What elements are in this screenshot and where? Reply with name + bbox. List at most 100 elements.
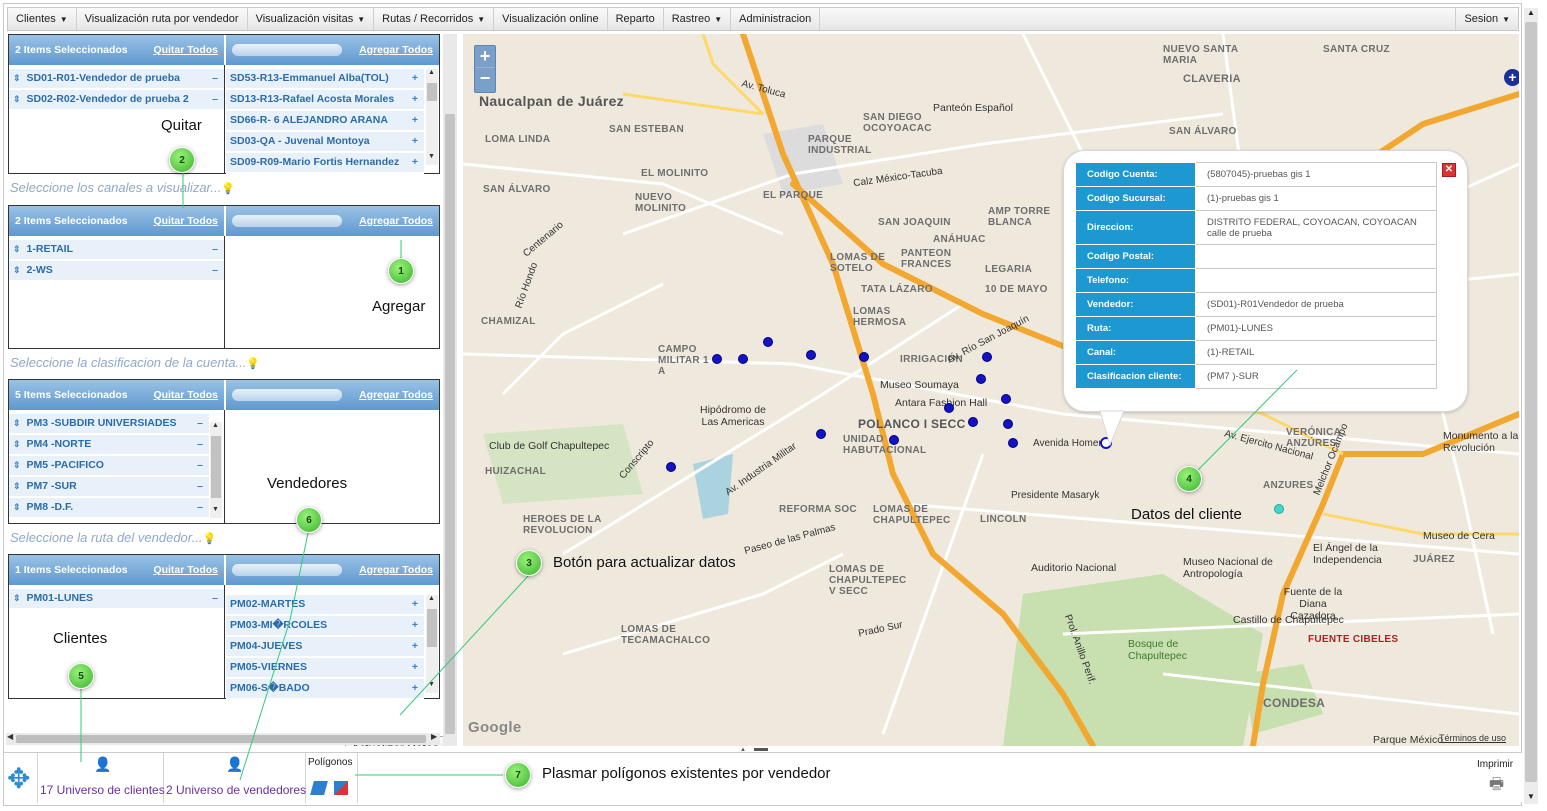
close-icon[interactable]: ✕: [1442, 163, 1456, 177]
polygon-icon[interactable]: [310, 781, 328, 795]
clients-universe[interactable]: 👤 17 Universo de clientes: [38, 753, 165, 803]
map-poi[interactable]: Museo de Cera: [1423, 530, 1495, 542]
list-scrollbar[interactable]: ▲ ▼: [426, 69, 438, 165]
menu-sesion[interactable]: Sesion ▼: [1455, 8, 1518, 30]
move-arrows-icon[interactable]: ✥: [7, 765, 30, 793]
zoom-in-icon[interactable]: +: [475, 46, 495, 67]
selected-item[interactable]: ⇕ PM4 -NORTE –: [9, 435, 209, 456]
client-marker[interactable]: [944, 403, 954, 413]
available-item[interactable]: SD53-R13-Emmanuel Alba(TOL) +: [226, 69, 424, 90]
drag-handle-icon[interactable]: ⇕: [13, 265, 21, 275]
panel-scrollbar[interactable]: [443, 34, 457, 746]
remove-all-link[interactable]: Quitar Todos: [153, 215, 218, 227]
drag-handle-icon[interactable]: ⇕: [13, 244, 21, 254]
menu-visualizacion-ruta[interactable]: Visualización ruta por vendedor: [77, 8, 248, 30]
map-poi[interactable]: Museo Nacional de Antropología: [1183, 556, 1273, 580]
add-icon[interactable]: +: [412, 132, 418, 151]
remove-icon[interactable]: –: [212, 261, 218, 280]
client-marker[interactable]: [976, 374, 986, 384]
map-poi[interactable]: El Ángel de la Independencia: [1313, 542, 1413, 566]
remove-icon[interactable]: –: [197, 498, 203, 517]
menu-clientes[interactable]: Clientes ▼: [8, 8, 77, 30]
selected-item[interactable]: ⇕ PM3 -SUBDIR UNIVERSIADES –: [9, 414, 209, 435]
add-all-link[interactable]: Agregar Todos: [359, 44, 433, 56]
panel-hscrollbar[interactable]: ◀ ▶: [6, 732, 440, 745]
sellers-universe[interactable]: 👤 2 Universo de vendedores: [164, 753, 306, 803]
map-poi[interactable]: Museo Soumaya: [880, 379, 959, 391]
add-icon[interactable]: +: [412, 69, 418, 88]
add-icon[interactable]: +: [412, 658, 418, 677]
available-item[interactable]: PM04-JUEVES +: [226, 637, 424, 658]
polygon-seller-icon[interactable]: [334, 781, 348, 795]
client-marker[interactable]: [1003, 419, 1013, 429]
print-label[interactable]: Imprimir: [1477, 759, 1513, 770]
add-icon[interactable]: +: [412, 153, 418, 172]
available-item[interactable]: PM02-MARTES +: [226, 595, 424, 616]
menu-administracion[interactable]: Administracion: [731, 8, 821, 30]
map-poi[interactable]: Fuente de la Diana Cazadora: [1278, 586, 1348, 622]
selected-item[interactable]: ⇕ PM01-LUNES –: [9, 589, 224, 610]
remove-icon[interactable]: –: [212, 90, 218, 109]
selected-item[interactable]: ⇕ 2-WS –: [9, 261, 224, 282]
menu-rastreo[interactable]: Rastreo ▼: [664, 8, 732, 30]
terms-link[interactable]: Términos de uso: [1439, 733, 1506, 743]
available-item[interactable]: SD09-R09-Mario Fortis Hernandez +: [226, 153, 424, 174]
search-pill[interactable]: [232, 389, 342, 401]
add-icon[interactable]: +: [412, 616, 418, 635]
client-marker[interactable]: [806, 350, 816, 360]
selected-item[interactable]: ⇕ PM8 -D.F. –: [9, 498, 209, 519]
page-scrollbar[interactable]: ▲ ▼: [1524, 8, 1538, 804]
drag-handle-icon[interactable]: ⇕: [13, 460, 21, 470]
seller-marker[interactable]: [1274, 504, 1284, 514]
remove-icon[interactable]: –: [212, 240, 218, 259]
remove-all-link[interactable]: Quitar Todos: [153, 44, 218, 56]
add-circle-icon[interactable]: +: [1504, 69, 1519, 86]
drag-handle-icon[interactable]: ⇕: [13, 593, 21, 603]
available-item[interactable]: PM03-MI�RCOLES +: [226, 616, 424, 637]
client-marker[interactable]: [666, 462, 676, 472]
available-item[interactable]: PM06-S�BADO +: [226, 679, 424, 700]
selected-item[interactable]: ⇕ SD01-R01-Vendedor de prueba –: [9, 69, 224, 90]
remove-icon[interactable]: –: [212, 589, 218, 608]
map-poi[interactable]: Parque México: [1373, 734, 1443, 746]
available-item[interactable]: PM05-VIERNES +: [226, 658, 424, 679]
available-item[interactable]: SD66-R- 6 ALEJANDRO ARANA +: [226, 111, 424, 132]
remove-all-link[interactable]: Quitar Todos: [153, 389, 218, 401]
map-poi[interactable]: Panteón Español: [933, 102, 1013, 114]
selected-item[interactable]: ⇕ SD02-R02-Vendedor de prueba 2–: [9, 90, 224, 111]
drag-handle-icon[interactable]: ⇕: [13, 94, 21, 104]
list-scrollbar[interactable]: ▲ ▼: [426, 595, 438, 693]
available-item[interactable]: SD13-R13-Rafael Acosta Morales +: [226, 90, 424, 111]
client-marker[interactable]: [982, 352, 992, 362]
client-marker[interactable]: [763, 337, 773, 347]
add-icon[interactable]: +: [412, 637, 418, 656]
printer-icon[interactable]: 🖶: [1489, 773, 1504, 800]
map-poi[interactable]: Antara Fashion Hall: [895, 397, 987, 409]
map-poi[interactable]: Hipódromo de Las Americas: [693, 404, 773, 428]
remove-all-link[interactable]: Quitar Todos: [153, 564, 218, 576]
map-poi[interactable]: Bosque de Chapultepec: [1128, 638, 1198, 662]
drag-handle-icon[interactable]: ⇕: [13, 418, 21, 428]
splitter-handle[interactable]: ▲: [740, 747, 770, 753]
menu-visualizacion-visitas[interactable]: Visualización visitas ▼: [248, 8, 375, 30]
menu-visualizacion-online[interactable]: Visualización online: [494, 8, 608, 30]
list-scrollbar[interactable]: ▲ ▼: [210, 422, 222, 518]
client-marker[interactable]: [1008, 438, 1018, 448]
drag-handle-icon[interactable]: ⇕: [13, 481, 21, 491]
remove-icon[interactable]: –: [197, 456, 203, 475]
client-marker[interactable]: [889, 435, 899, 445]
add-icon[interactable]: +: [412, 595, 418, 614]
menu-rutas-recorridos[interactable]: Rutas / Recorridos ▼: [374, 8, 495, 30]
drag-handle-icon[interactable]: ⇕: [13, 439, 21, 449]
remove-icon[interactable]: –: [197, 414, 203, 433]
add-all-link[interactable]: Agregar Todos: [359, 389, 433, 401]
available-item[interactable]: SD03-QA - Juvenal Montoya +: [226, 132, 424, 153]
add-all-link[interactable]: Agregar Todos: [359, 564, 433, 576]
selected-item[interactable]: ⇕ PM7 -SUR –: [9, 477, 209, 498]
zoom-control[interactable]: + −: [474, 45, 496, 93]
add-icon[interactable]: +: [412, 90, 418, 109]
map-poi[interactable]: Monumento a la Revolución: [1443, 430, 1519, 454]
client-marker[interactable]: [816, 429, 826, 439]
client-marker[interactable]: [712, 354, 722, 364]
map-poi[interactable]: Auditorio Nacional: [1031, 562, 1116, 574]
